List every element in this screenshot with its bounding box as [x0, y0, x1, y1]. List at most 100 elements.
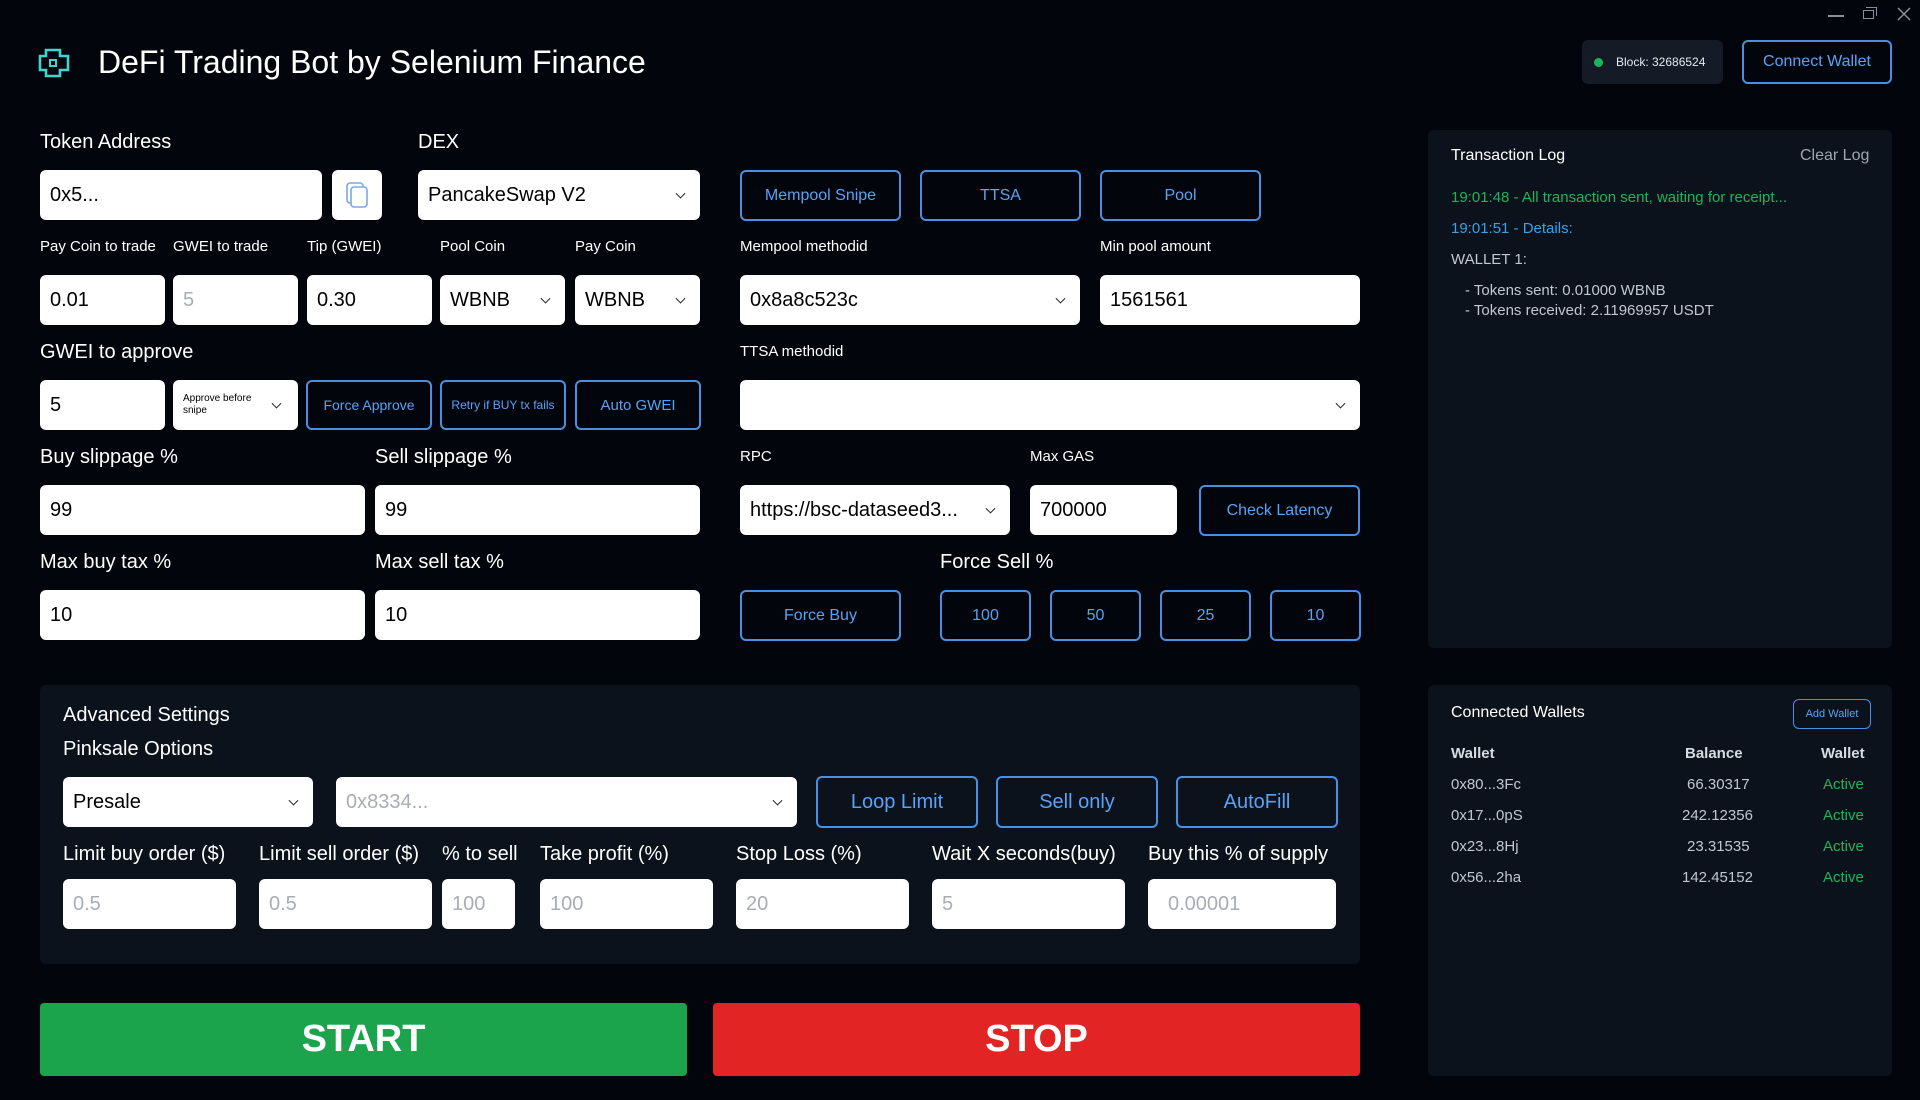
max-gas-label: Max GAS	[1030, 448, 1095, 465]
max-sell-tax-input[interactable]: 10	[375, 590, 700, 640]
add-wallet-button[interactable]: Add Wallet	[1793, 699, 1871, 729]
gwei-to-trade-input[interactable]: 5	[173, 275, 298, 325]
stop-loss-label: Stop Loss (%)	[736, 843, 862, 865]
pct-to-sell-input[interactable]: 100	[442, 879, 515, 929]
transaction-log-panel	[1428, 130, 1892, 648]
wallet-balance: 66.30317	[1687, 776, 1750, 793]
take-profit-input[interactable]: 100	[540, 879, 713, 929]
close-icon[interactable]	[1894, 4, 1914, 24]
block-status: Block: 32686524	[1582, 40, 1723, 84]
force-approve-button[interactable]: Force Approve	[306, 380, 432, 430]
mempool-methodid-select[interactable]: 0x8a8c523c	[740, 275, 1080, 325]
restore-icon[interactable]	[1860, 4, 1880, 24]
sale-address-select[interactable]: 0x8334...	[336, 777, 797, 827]
sell-slippage-label: Sell slippage %	[375, 446, 512, 468]
minimize-icon[interactable]	[1826, 4, 1846, 24]
tip-input[interactable]: 0.30	[307, 275, 432, 325]
app-logo-icon	[38, 46, 76, 80]
buy-pct-supply-input[interactable]: 0.00001	[1148, 879, 1336, 929]
wallet-balance: 142.45152	[1682, 869, 1753, 886]
chevron-down-icon	[1055, 293, 1066, 304]
check-latency-button[interactable]: Check Latency	[1199, 485, 1360, 536]
max-buy-tax-label: Max buy tax %	[40, 551, 172, 573]
copy-button[interactable]	[332, 170, 382, 220]
mempool-methodid-value: 0x8a8c523c	[750, 288, 858, 311]
chevron-down-icon	[1335, 398, 1346, 409]
pay-coin-label: Pay Coin	[575, 238, 636, 255]
limit-buy-input[interactable]: 0.5	[63, 879, 236, 929]
advanced-settings-title: Advanced Settings	[63, 704, 230, 726]
token-address-input[interactable]: 0x5...	[40, 170, 322, 220]
force-sell-10-button[interactable]: 10	[1270, 590, 1361, 641]
auto-gwei-button[interactable]: Auto GWEI	[575, 380, 701, 430]
limit-sell-input[interactable]: 0.5	[259, 879, 432, 929]
wallet-status: Active	[1823, 807, 1864, 824]
sell-slippage-input[interactable]: 99	[375, 485, 700, 535]
copy-icon	[346, 182, 368, 208]
gwei-to-approve-input[interactable]: 5	[40, 380, 165, 430]
pct-to-sell-label: % to sell	[442, 843, 518, 865]
mempool-snipe-button[interactable]: Mempool Snipe	[740, 170, 901, 221]
dex-label: DEX	[418, 131, 460, 153]
dex-select[interactable]: PancakeSwap V2	[418, 170, 700, 220]
log-line: WALLET 1:	[1451, 251, 1527, 268]
loop-limit-button[interactable]: Loop Limit	[816, 776, 978, 828]
log-line: 19:01:51 - Details:	[1451, 220, 1573, 237]
chevron-down-icon	[772, 795, 783, 806]
stop-loss-input[interactable]: 20	[736, 879, 909, 929]
chevron-down-icon	[540, 293, 551, 304]
log-line: 19:01:48 - All transaction sent, waiting…	[1451, 189, 1788, 206]
wait-seconds-input[interactable]: 5	[932, 879, 1125, 929]
wallet-address: 0x56...2ha	[1451, 869, 1522, 886]
clear-log-button[interactable]: Clear Log	[1800, 147, 1869, 165]
pay-coin-select[interactable]: WBNB	[575, 275, 700, 325]
connect-wallet-button[interactable]: Connect Wallet	[1742, 40, 1892, 84]
ttsa-button[interactable]: TTSA	[920, 170, 1081, 221]
pay-coin-to-trade-input[interactable]: 0.01	[40, 275, 165, 325]
autofill-button[interactable]: AutoFill	[1176, 776, 1338, 828]
retry-buy-button[interactable]: Retry if BUY tx fails	[440, 380, 566, 430]
pool-button[interactable]: Pool	[1100, 170, 1261, 221]
min-pool-amount-input[interactable]: 1561561	[1100, 275, 1360, 325]
start-button[interactable]: START	[40, 1003, 687, 1076]
sell-only-button[interactable]: Sell only	[996, 776, 1158, 828]
pool-coin-select[interactable]: WBNB	[440, 275, 565, 325]
force-sell-50-button[interactable]: 50	[1050, 590, 1141, 641]
chevron-down-icon	[288, 795, 299, 806]
ttsa-methodid-select[interactable]	[740, 380, 1360, 430]
approve-mode-select[interactable]: Approve before snipe	[173, 380, 298, 430]
rpc-select[interactable]: https://bsc-dataseed3...	[740, 485, 1010, 535]
wallet-balance: 242.12356	[1682, 807, 1753, 824]
token-address-label: Token Address	[40, 131, 172, 153]
wallet-balance: 23.31535	[1687, 838, 1750, 855]
connected-wallets-title: Connected Wallets	[1451, 704, 1585, 721]
chevron-down-icon	[271, 398, 282, 409]
log-line: - Tokens sent: 0.01000 WBNB	[1465, 282, 1666, 299]
max-sell-tax-label: Max sell tax %	[375, 551, 504, 573]
force-buy-button[interactable]: Force Buy	[740, 590, 901, 641]
buy-slippage-label: Buy slippage %	[40, 446, 178, 468]
limit-buy-label: Limit buy order ($)	[63, 843, 226, 865]
gwei-to-trade-label: GWEI to trade	[173, 238, 269, 255]
wallet-address: 0x80...3Fc	[1451, 776, 1522, 793]
sale-type-select[interactable]: Presale	[63, 777, 313, 827]
force-sell-label: Force Sell %	[940, 551, 1054, 573]
max-buy-tax-input[interactable]: 10	[40, 590, 365, 640]
chevron-down-icon	[985, 503, 996, 514]
table-row: 0x80...3Fc 66.30317 Active	[1451, 774, 1871, 798]
approve-mode-value: Approve before snipe	[183, 393, 252, 416]
rpc-value: https://bsc-dataseed3...	[750, 498, 958, 521]
force-sell-25-button[interactable]: 25	[1160, 590, 1251, 641]
pool-coin-label: Pool Coin	[440, 238, 506, 255]
rpc-label: RPC	[740, 448, 772, 465]
buy-slippage-input[interactable]: 99	[40, 485, 365, 535]
stop-button[interactable]: STOP	[713, 1003, 1360, 1076]
chevron-down-icon	[675, 293, 686, 304]
wallets-col-balance: Balance	[1685, 745, 1743, 762]
max-gas-input[interactable]: 700000	[1030, 485, 1177, 535]
force-sell-100-button[interactable]: 100	[940, 590, 1031, 641]
wallet-address: 0x17...0pS	[1451, 807, 1523, 824]
sale-type-value: Presale	[73, 790, 141, 813]
wallet-status: Active	[1823, 838, 1864, 855]
pinksale-options-title: Pinksale Options	[63, 738, 214, 760]
